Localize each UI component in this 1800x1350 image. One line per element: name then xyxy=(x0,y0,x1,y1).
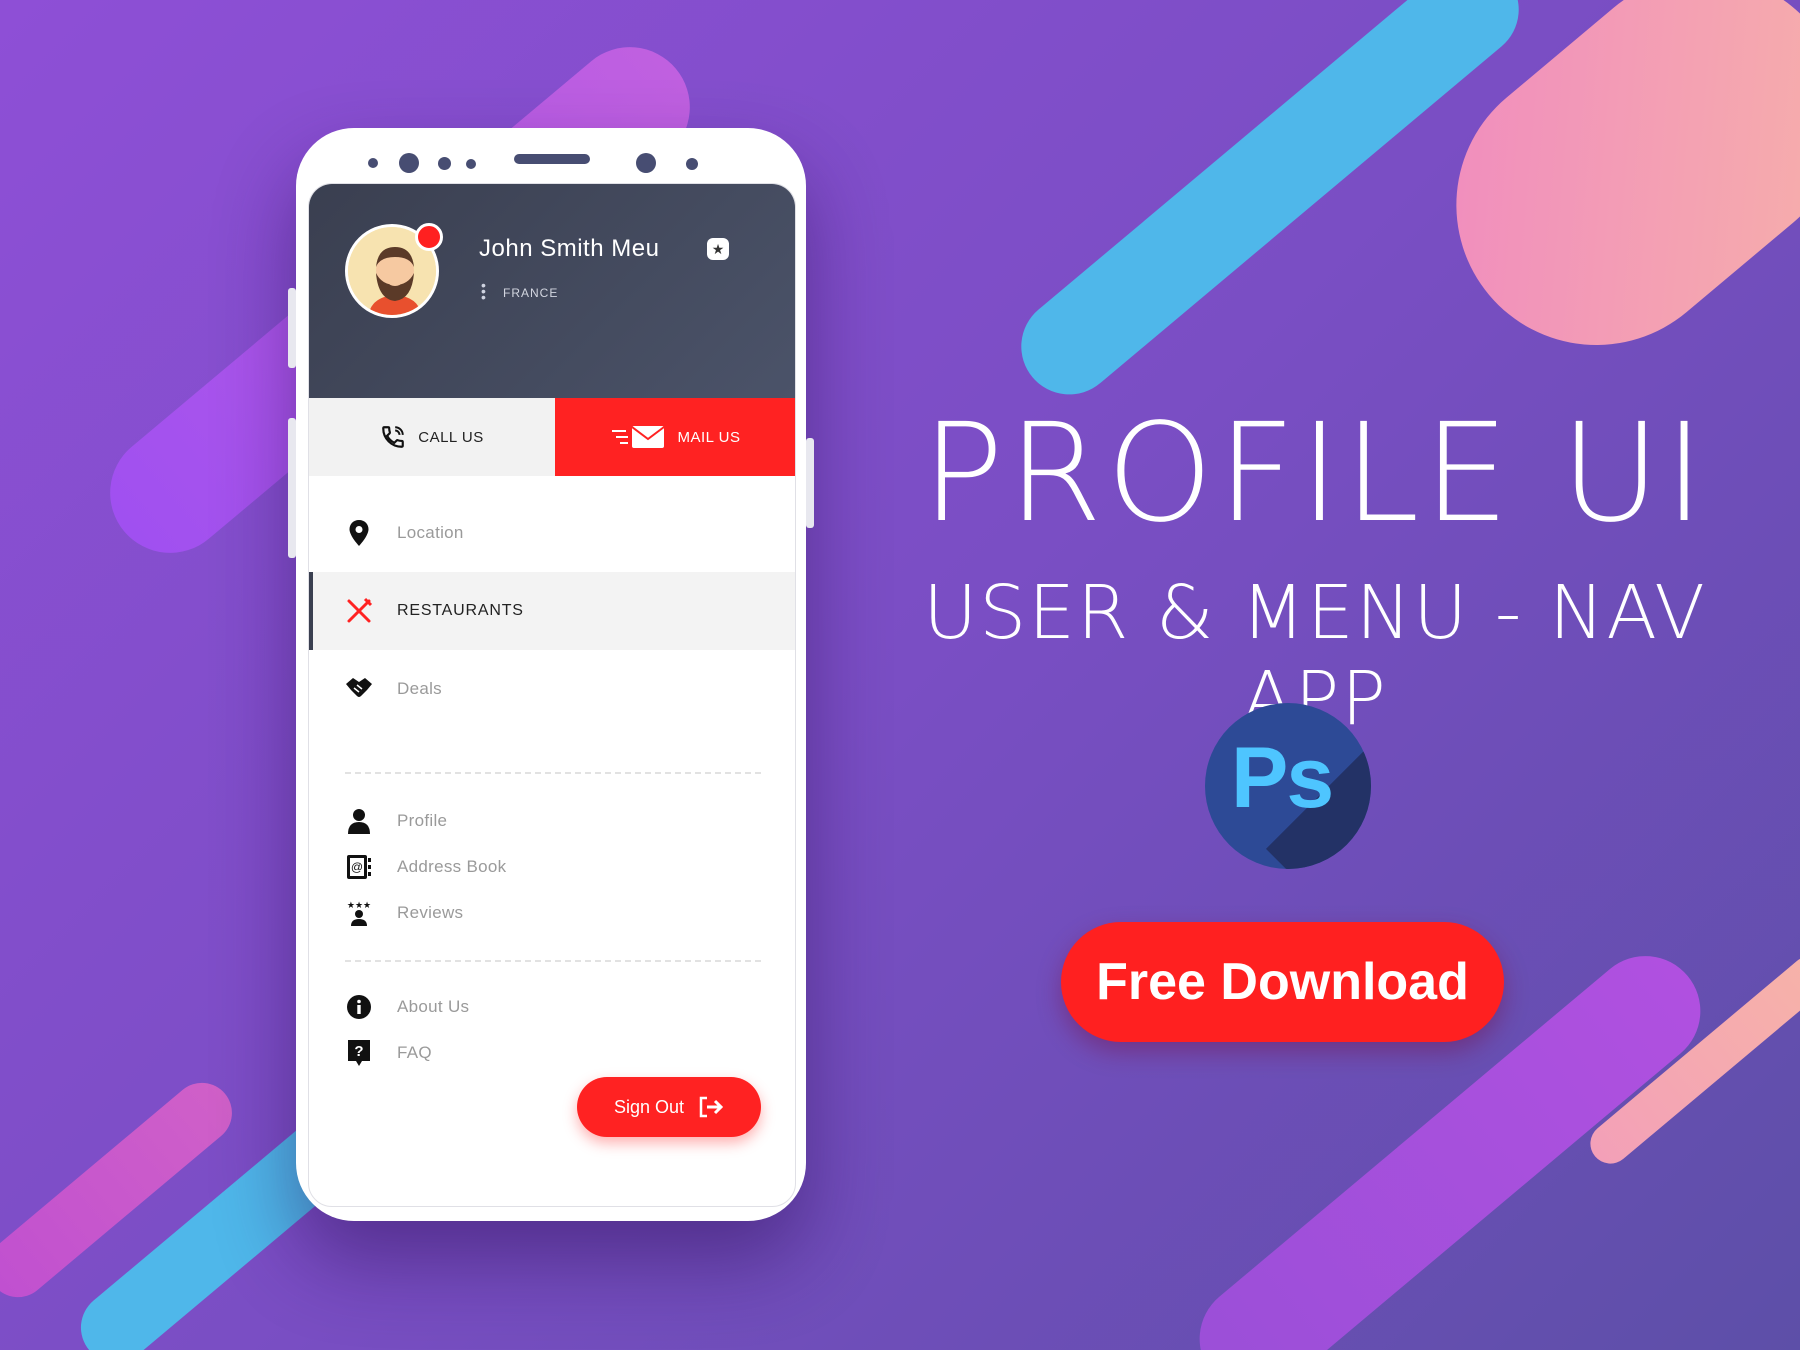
sign-out-label: Sign Out xyxy=(613,1096,685,1117)
faq-icon: ? xyxy=(345,1039,373,1067)
menu-item-label: RESTAURANTS xyxy=(397,602,524,619)
background: John Smith Meu ★ • • • FRANCE CALL US MA… xyxy=(0,0,1800,1350)
menu-item-address-book[interactable]: @ Address Book xyxy=(309,844,795,890)
menu-item-label: FAQ xyxy=(397,1043,432,1062)
menu-item-label: About Us xyxy=(397,997,470,1016)
menu-item-label: Reviews xyxy=(397,903,464,922)
info-icon xyxy=(345,993,373,1021)
sign-out-button[interactable]: Sign Out xyxy=(577,1077,761,1137)
user-name: John Smith Meu xyxy=(479,235,660,262)
free-download-button[interactable]: Free Download xyxy=(1061,922,1504,1042)
phone-icon xyxy=(382,426,405,448)
star-icon: ★ xyxy=(707,238,729,260)
phone-sensor xyxy=(438,157,451,170)
menu-item-restaurants[interactable]: RESTAURANTS xyxy=(309,572,795,650)
handshake-icon xyxy=(345,675,373,703)
phone-camera xyxy=(636,153,656,173)
mail-us-button[interactable]: MAIL US xyxy=(555,398,795,476)
menu-divider xyxy=(345,772,761,774)
phone-sensor xyxy=(686,158,698,170)
user-country: FRANCE xyxy=(503,286,559,300)
app-screen: John Smith Meu ★ • • • FRANCE CALL US MA… xyxy=(308,183,796,1207)
svg-text:@: @ xyxy=(351,860,363,874)
address-book-icon: @ xyxy=(345,853,373,881)
photoshop-logo: Ps xyxy=(1205,703,1371,869)
photoshop-logo-text: Ps xyxy=(1231,730,1334,826)
menu-item-label: Address Book xyxy=(397,857,507,876)
logout-icon xyxy=(699,1096,724,1118)
menu-item-deals[interactable]: Deals xyxy=(309,650,795,728)
menu-item-location[interactable]: Location xyxy=(309,494,795,572)
phone-mockup: John Smith Meu ★ • • • FRANCE CALL US MA… xyxy=(288,128,814,1221)
call-us-button[interactable]: CALL US xyxy=(309,398,555,476)
menu-item-about-us[interactable]: About Us xyxy=(309,984,795,1030)
mail-icon xyxy=(611,426,665,448)
promo-title: PROFILE UI xyxy=(921,395,1709,553)
notification-dot xyxy=(415,223,443,251)
menu-divider xyxy=(345,960,761,962)
menu-item-label: Profile xyxy=(397,811,448,830)
fork-knife-icon xyxy=(345,597,373,625)
menu-item-reviews[interactable]: ★★★ Reviews xyxy=(309,890,795,936)
contact-buttons: CALL US MAIL US xyxy=(309,398,795,476)
call-us-label: CALL US xyxy=(418,428,484,446)
phone-sensor xyxy=(466,159,476,169)
profile-header: John Smith Meu ★ • • • FRANCE xyxy=(309,184,795,398)
svg-text:?: ? xyxy=(354,1043,363,1060)
phone-side-button xyxy=(288,288,296,368)
menu-item-faq[interactable]: ? FAQ xyxy=(309,1030,795,1076)
user-icon xyxy=(345,807,373,835)
mail-us-label: MAIL US xyxy=(677,428,741,446)
menu-item-label: Location xyxy=(397,523,464,542)
phone-side-button xyxy=(806,438,814,528)
phone-side-button xyxy=(288,418,296,558)
phone-camera xyxy=(399,153,419,173)
menu-item-profile[interactable]: Profile xyxy=(309,798,795,844)
phone-sensor xyxy=(368,158,378,168)
more-icon[interactable]: • • • xyxy=(481,278,486,304)
phone-speaker xyxy=(514,154,590,164)
menu-item-label: Deals xyxy=(397,679,442,698)
svg-text:★★★: ★★★ xyxy=(347,901,371,911)
reviews-icon: ★★★ xyxy=(345,899,373,927)
location-pin-icon xyxy=(345,519,373,547)
